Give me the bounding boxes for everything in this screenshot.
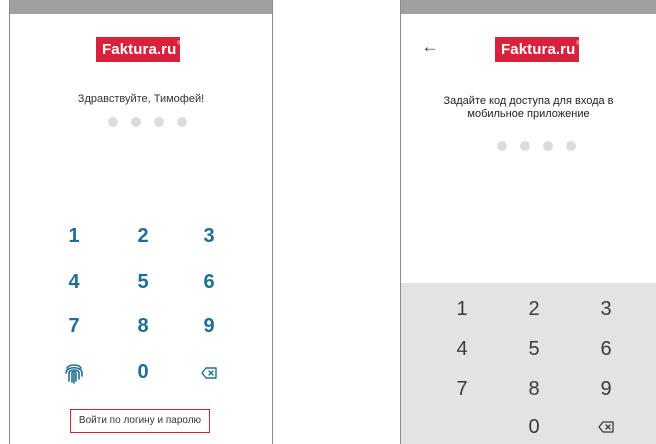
key-3[interactable]: 3	[189, 222, 229, 250]
pin-dot	[177, 117, 187, 127]
backspace-icon[interactable]	[189, 358, 229, 386]
status-bar	[10, 0, 272, 14]
key-1[interactable]: 1	[54, 222, 94, 250]
greeting-text: Здравствуйте, Тимофей!	[77, 93, 205, 105]
key-2[interactable]: 2	[514, 295, 554, 323]
key-5[interactable]: 5	[514, 335, 554, 363]
fingerprint-icon[interactable]	[54, 358, 94, 386]
faktura-logo: Faktura.ru®	[96, 37, 182, 62]
key-4[interactable]: 4	[54, 268, 94, 296]
pin-instruction-text: Задайте код доступа для входа в мобильно…	[443, 95, 614, 120]
key-0[interactable]: 0	[514, 413, 554, 441]
set-pin-screen: ← Faktura.ru® Задайте код доступа для вх…	[400, 0, 656, 444]
key-3[interactable]: 3	[586, 295, 626, 323]
key-0[interactable]: 0	[123, 358, 163, 386]
pin-dot	[108, 117, 118, 127]
numeric-keyboard: 1 2 3 4 5 6 7 8 9 0	[401, 283, 656, 444]
key-8[interactable]: 8	[514, 375, 554, 403]
key-9[interactable]: 9	[586, 375, 626, 403]
pin-dot	[131, 117, 141, 127]
pin-indicator	[497, 141, 576, 151]
key-2[interactable]: 2	[123, 222, 163, 250]
key-6[interactable]: 6	[586, 335, 626, 363]
key-1[interactable]: 1	[442, 295, 482, 323]
login-by-password-link[interactable]: Войти по логину и паролю	[70, 409, 210, 433]
pin-dot	[497, 141, 507, 151]
back-arrow-icon[interactable]: ←	[421, 38, 439, 56]
pin-dot	[154, 117, 164, 127]
key-8[interactable]: 8	[123, 312, 163, 340]
key-7[interactable]: 7	[442, 375, 482, 403]
backspace-icon[interactable]	[586, 413, 626, 441]
key-9[interactable]: 9	[189, 312, 229, 340]
key-6[interactable]: 6	[189, 268, 229, 296]
key-4[interactable]: 4	[442, 335, 482, 363]
pin-dot	[543, 141, 553, 151]
login-screen: Faktura.ru® Здравствуйте, Тимофей! 1 2 3…	[9, 0, 273, 444]
key-5[interactable]: 5	[123, 268, 163, 296]
faktura-logo: Faktura.ru®	[495, 37, 581, 62]
status-bar	[401, 0, 656, 14]
key-7[interactable]: 7	[54, 312, 94, 340]
pin-dot	[566, 141, 576, 151]
pin-indicator	[108, 117, 187, 127]
pin-dot	[520, 141, 530, 151]
